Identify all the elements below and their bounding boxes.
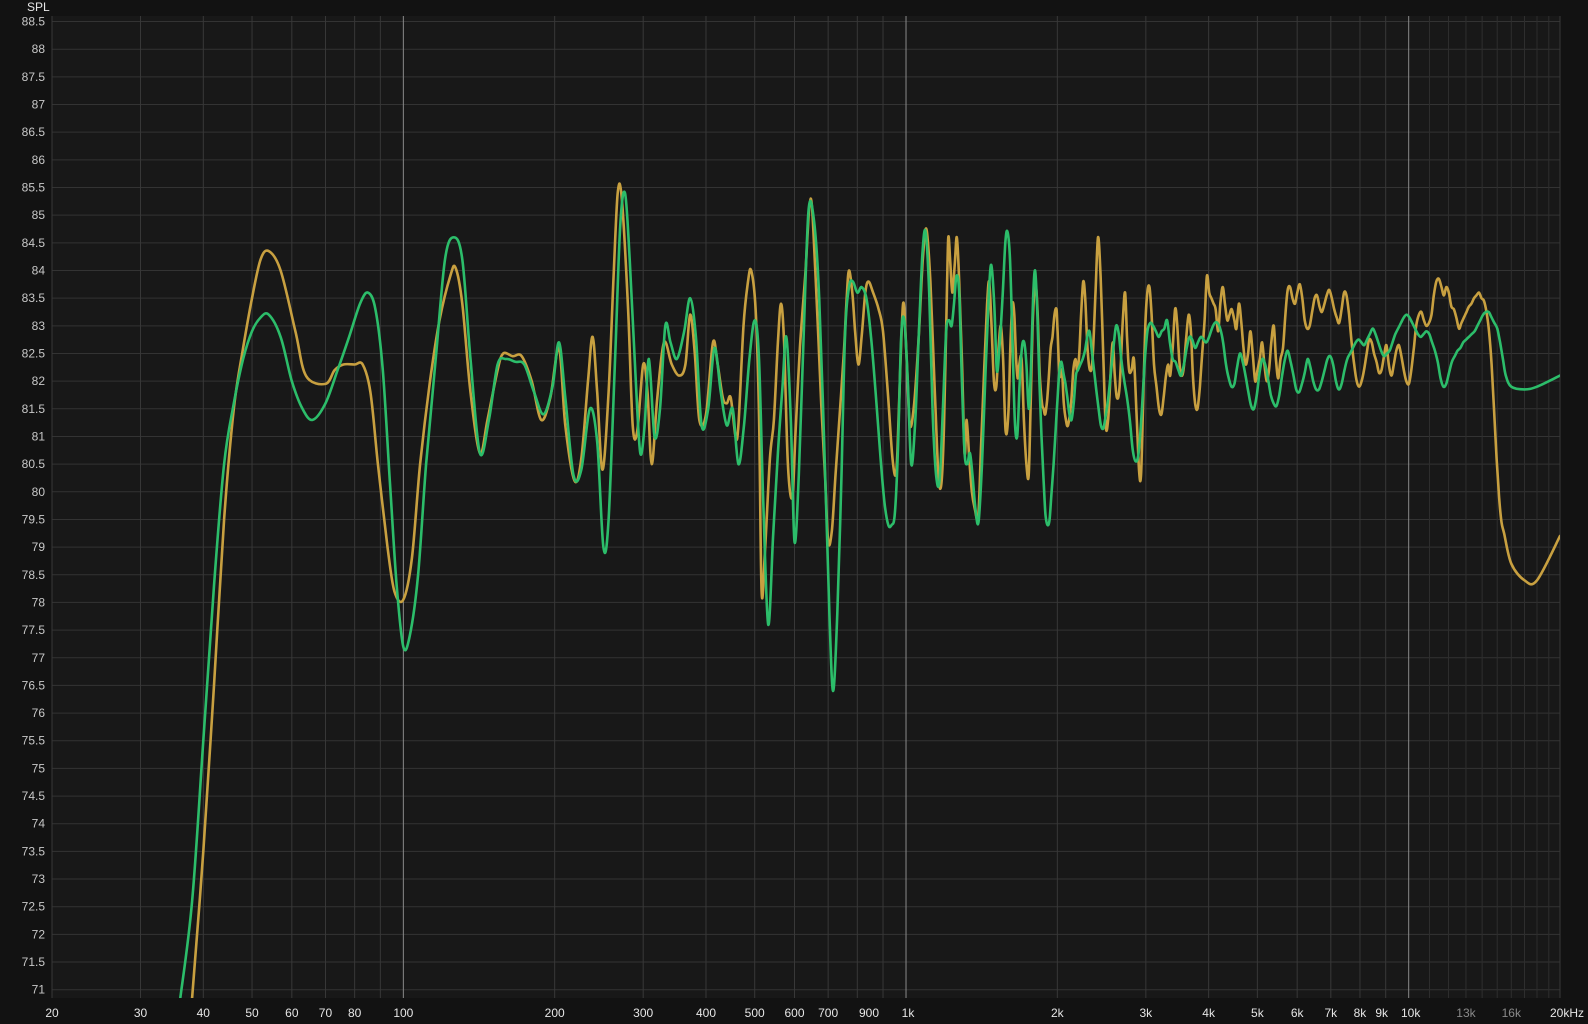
x-tick-label: 10k	[1401, 1006, 1421, 1020]
y-tick-label: 77.5	[22, 623, 46, 637]
x-tick-label: 40	[197, 1006, 211, 1020]
y-tick-label: 87	[32, 98, 46, 112]
y-axis-title: SPL	[27, 0, 50, 14]
x-tick-label: 13k	[1456, 1006, 1476, 1020]
x-tick-label: 20kHz	[1550, 1006, 1584, 1020]
y-tick-label: 81	[32, 429, 46, 443]
frequency-response-chart: 88.5 88 87.5 87 86.5 86 85.5 85 84.5 84 83.5 83 82.5…	[0, 0, 1588, 1024]
x-tick-label: 600	[784, 1006, 804, 1020]
x-tick-label: 900	[859, 1006, 879, 1020]
y-tick-label: 85	[32, 208, 46, 222]
x-tick-label: 500	[745, 1006, 765, 1020]
y-tick-label: 71.5	[22, 955, 46, 969]
y-tick-label: 75	[32, 761, 46, 775]
y-tick-label: 76	[32, 706, 46, 720]
x-tick-label: 30	[134, 1006, 148, 1020]
y-tick-label: 72.5	[22, 900, 46, 914]
x-tick-label: 50	[245, 1006, 259, 1020]
y-tick-label: 84	[32, 263, 46, 277]
x-tick-label: 8k	[1354, 1006, 1368, 1020]
y-tick-label: 71	[32, 983, 46, 997]
y-tick-label: 88	[32, 42, 46, 56]
x-tick-label: 100	[393, 1006, 413, 1020]
x-tick-label: 400	[696, 1006, 716, 1020]
y-tick-label: 84.5	[22, 236, 46, 250]
y-tick-label: 79.5	[22, 512, 46, 526]
y-tick-label: 80	[32, 485, 46, 499]
y-tick-label: 83.5	[22, 291, 46, 305]
x-tick-label: 16k	[1502, 1006, 1522, 1020]
y-tick-label: 83	[32, 319, 46, 333]
x-tick-label: 60	[285, 1006, 299, 1020]
y-tick-label: 87.5	[22, 70, 46, 84]
y-tick-label: 88.5	[22, 15, 46, 29]
y-tick-label: 82	[32, 374, 46, 388]
y-tick-label: 81.5	[22, 402, 46, 416]
x-tick-label: 80	[348, 1006, 362, 1020]
x-tick-label: 9k	[1375, 1006, 1389, 1020]
y-tick-label: 78	[32, 595, 46, 609]
x-tick-label: 200	[545, 1006, 565, 1020]
x-tick-label: 700	[818, 1006, 838, 1020]
y-tick-label: 72	[32, 927, 46, 941]
y-tick-label: 76.5	[22, 678, 46, 692]
x-tick-label: 7k	[1324, 1006, 1338, 1020]
y-tick-label: 74	[32, 817, 46, 831]
y-tick-label: 79	[32, 540, 46, 554]
y-tick-label: 77	[32, 651, 46, 665]
x-tick-label: 70	[319, 1006, 333, 1020]
x-tick-label: 300	[633, 1006, 653, 1020]
x-tick-label: 5k	[1251, 1006, 1265, 1020]
y-tick-label: 78.5	[22, 568, 46, 582]
y-tick-label: 86	[32, 153, 46, 167]
x-tick-label: 6k	[1291, 1006, 1305, 1020]
y-tick-label: 86.5	[22, 125, 46, 139]
y-tick-label: 73	[32, 872, 46, 886]
y-tick-label: 85.5	[22, 181, 46, 195]
x-tick-label: 3k	[1140, 1006, 1154, 1020]
plot-area	[52, 16, 1560, 998]
x-tick-label: 4k	[1202, 1006, 1216, 1020]
x-tick-label: 20	[45, 1006, 59, 1020]
y-tick-label: 80.5	[22, 457, 46, 471]
y-tick-label: 75.5	[22, 734, 46, 748]
x-tick-label: 2k	[1051, 1006, 1065, 1020]
y-tick-label: 74.5	[22, 789, 46, 803]
y-tick-label: 73.5	[22, 844, 46, 858]
y-tick-label: 82.5	[22, 346, 46, 360]
x-tick-label: 1k	[902, 1006, 916, 1020]
